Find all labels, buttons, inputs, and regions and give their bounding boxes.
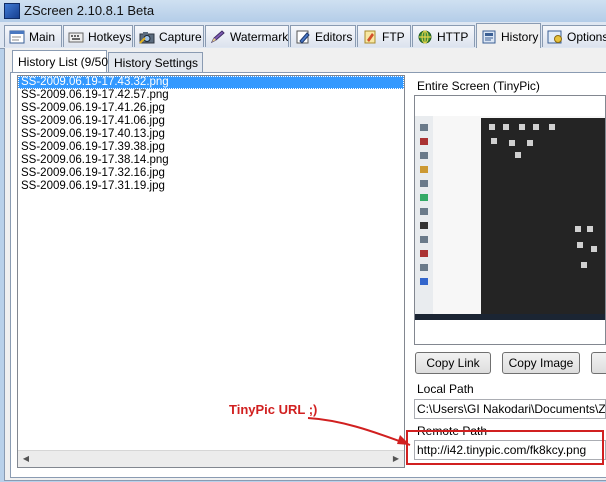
window-title: ZScreen 2.10.8.1 Beta	[24, 3, 155, 18]
copy-link-button[interactable]: Copy Link	[415, 352, 491, 374]
tab-label: Options	[567, 29, 606, 44]
pen-icon	[210, 29, 226, 44]
tab-label: Hotkeys	[88, 29, 132, 44]
tab-history-list[interactable]: History List (9/50)	[12, 50, 112, 72]
app-icon	[4, 3, 20, 19]
tab-hotkeys[interactable]: Hotkeys	[63, 25, 133, 47]
tab-history[interactable]: History	[476, 23, 541, 49]
subtab-label: History Settings	[114, 55, 199, 70]
local-path-field[interactable]: C:\Users\GI Nakodari\Documents\ZSc	[414, 399, 606, 419]
annotation-arrow-icon	[307, 417, 411, 446]
tab-history-settings[interactable]: History Settings	[108, 52, 203, 72]
list-item[interactable]: SS-2009.06.19-17.39.38.jpg	[18, 141, 404, 154]
scroll-left-icon[interactable]: ◀	[18, 451, 34, 467]
tab-label: HTTP	[437, 29, 469, 44]
tab-watermark[interactable]: Watermark	[205, 25, 289, 47]
list-item[interactable]: SS-2009.06.19-17.42.57.png	[18, 89, 404, 102]
list-item[interactable]: SS-2009.06.19-17.41.06.jpg	[18, 115, 404, 128]
tab-label: Capture	[159, 29, 202, 44]
screenshot-preview	[414, 95, 606, 345]
annotation-highlight-box	[406, 430, 604, 465]
camera-icon	[139, 30, 155, 44]
main-window-icon	[9, 30, 25, 44]
tab-ftp[interactable]: FTP	[357, 25, 411, 47]
options-icon	[547, 30, 563, 44]
list-item[interactable]: SS-2009.06.19-17.38.14.png	[18, 154, 404, 167]
local-path-label: Local Path	[417, 382, 474, 396]
copy-image-button[interactable]: Copy Image	[502, 352, 580, 374]
tab-label: Editors	[315, 29, 353, 44]
horizontal-scrollbar[interactable]: ◀ ▶	[18, 450, 404, 467]
tab-options[interactable]: Options	[542, 25, 606, 47]
tab-label: Watermark	[230, 29, 289, 44]
title-bar: ZScreen 2.10.8.1 Beta	[0, 0, 606, 23]
more-button[interactable]	[591, 352, 606, 374]
history-icon	[481, 30, 497, 44]
list-item[interactable]: SS-2009.06.19-17.40.13.jpg	[18, 128, 404, 141]
desktop-thumbnail-image	[415, 116, 605, 320]
main-tab-strip: Main Hotkeys Capture Watermark Editors F…	[0, 22, 606, 49]
scroll-right-icon[interactable]: ▶	[388, 451, 404, 467]
list-item[interactable]: SS-2009.06.19-17.32.16.jpg	[18, 167, 404, 180]
globe-icon	[417, 30, 433, 44]
tab-main[interactable]: Main	[4, 25, 62, 47]
tab-capture[interactable]: Capture	[134, 25, 204, 47]
tab-editors[interactable]: Editors	[290, 25, 356, 47]
list-item[interactable]: SS-2009.06.19-17.43.32.png	[18, 76, 404, 89]
tab-http[interactable]: HTTP	[412, 25, 475, 47]
keyboard-icon	[68, 30, 84, 44]
preview-title: Entire Screen (TinyPic)	[417, 79, 540, 93]
list-item[interactable]: SS-2009.06.19-17.31.19.jpg	[18, 180, 404, 193]
editor-icon	[295, 30, 311, 44]
ftp-icon	[362, 30, 378, 44]
list-item[interactable]: SS-2009.06.19-17.41.26.jpg	[18, 102, 404, 115]
tab-label: Main	[29, 29, 56, 44]
tab-label: FTP	[382, 29, 405, 44]
tab-label: History	[501, 29, 539, 44]
subtab-label: History List (9/50)	[18, 54, 113, 69]
